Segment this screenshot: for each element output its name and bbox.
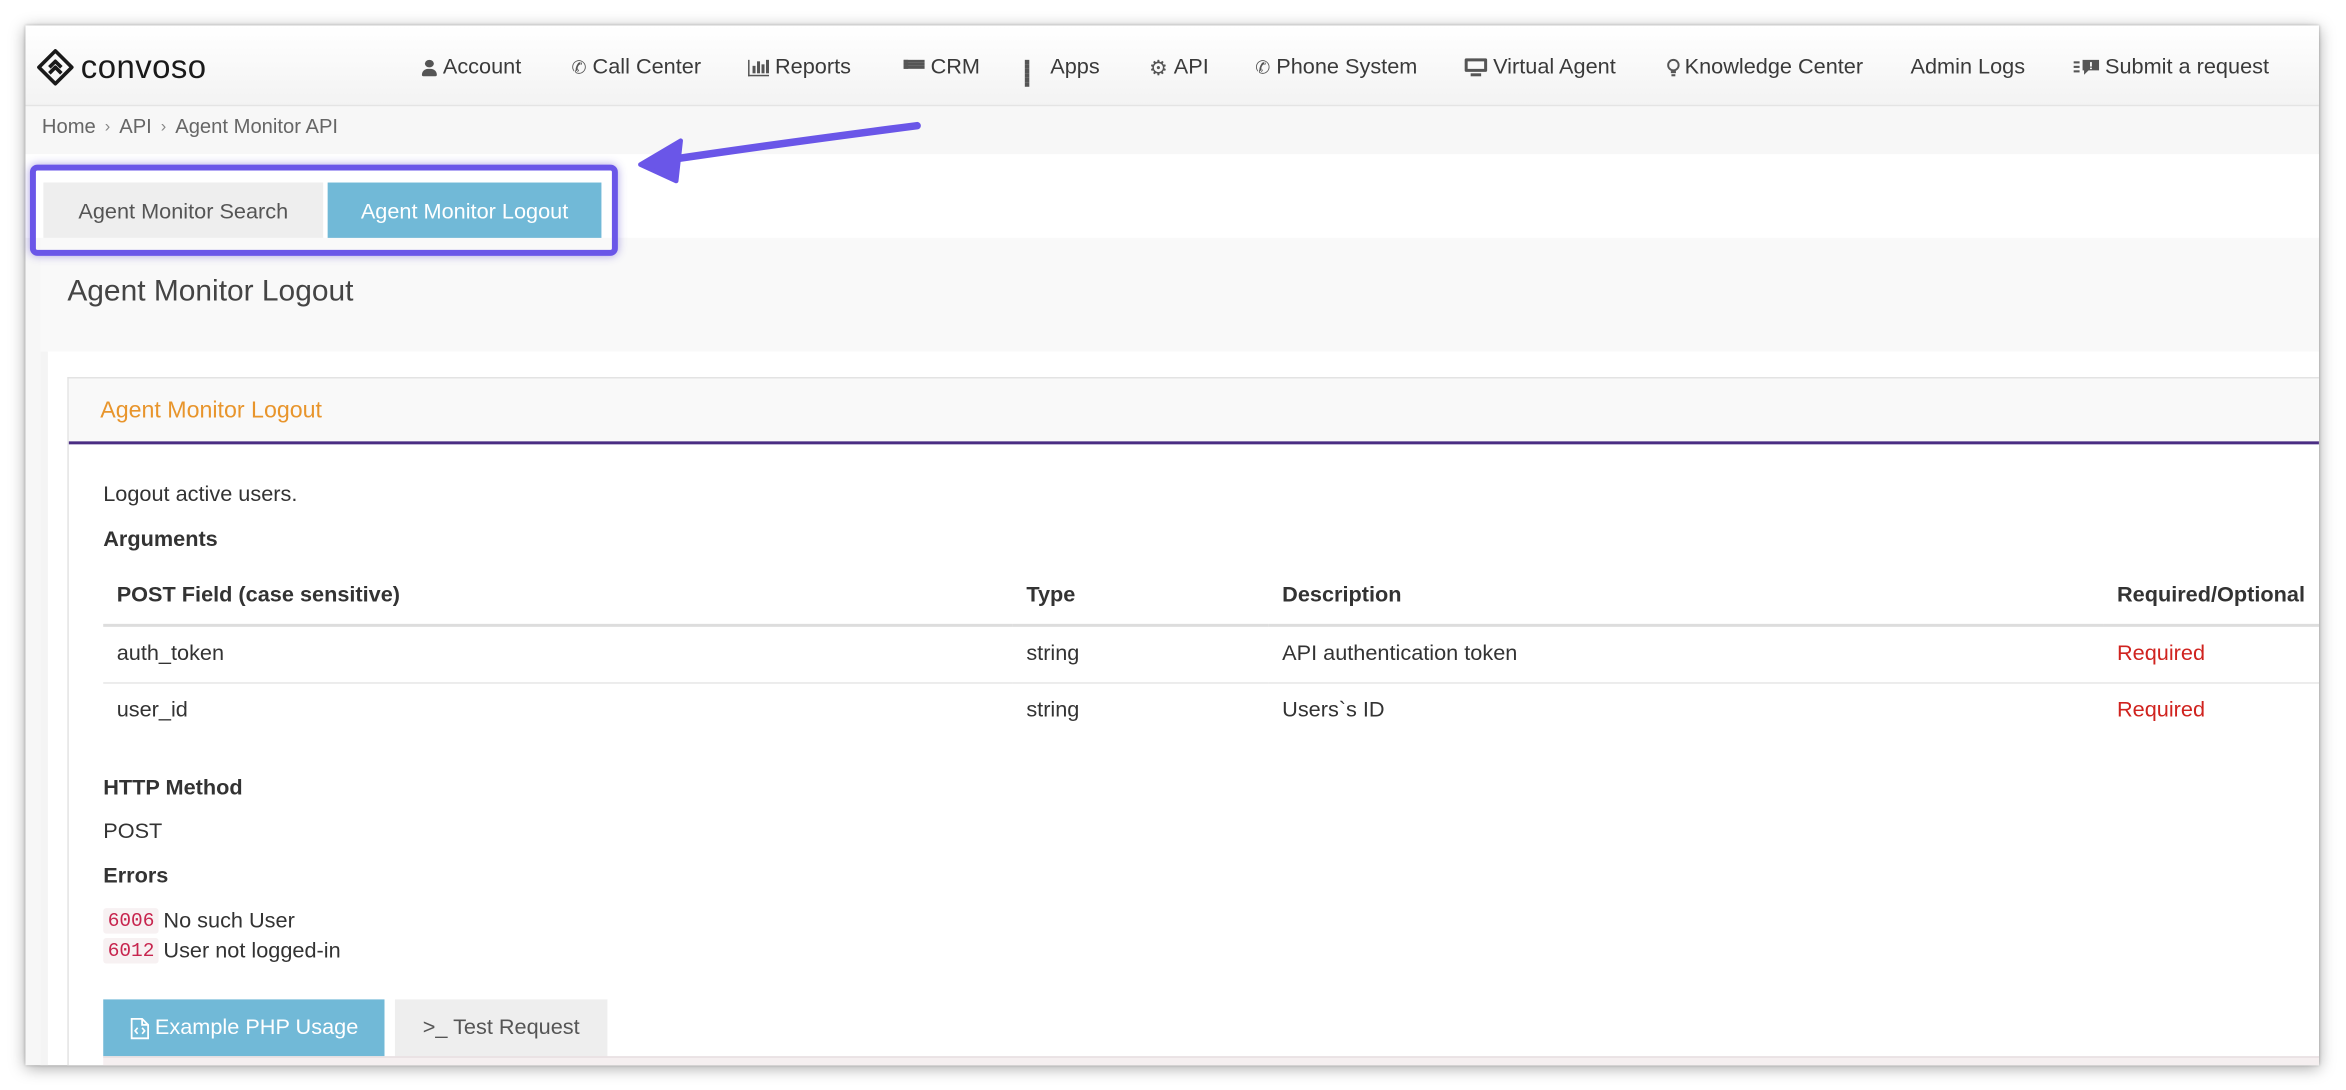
nav-label: Apps	[1050, 55, 1100, 80]
nav-admin-logs[interactable]: Admin Logs	[1911, 52, 2026, 82]
brand-name: convoso	[80, 47, 207, 86]
comment-icon	[2073, 59, 2100, 75]
nav-label: Admin Logs	[1910, 55, 2026, 80]
chevron-right-icon: ›	[160, 117, 167, 136]
button-label: Example PHP Usage	[154, 1015, 359, 1040]
column-header-required: Required/Optional	[2103, 567, 2319, 627]
code-preview-strip	[103, 1056, 2319, 1066]
phone-icon: ✆	[571, 56, 587, 78]
panel-header: Agent Monitor Logout	[68, 378, 2319, 445]
list-icon	[903, 59, 925, 75]
top-navbar: convoso Account ✆ Call Center Reports CR…	[25, 25, 2319, 107]
gear-icon: ⚙	[1149, 55, 1168, 80]
brand-logo[interactable]: convoso	[36, 48, 207, 87]
field-description-cell: API authentication token	[1268, 625, 2104, 683]
app-window: convoso Account ✆ Call Center Reports CR…	[25, 25, 2319, 1066]
nav-api[interactable]: ⚙ API	[1149, 52, 1209, 82]
grid-icon	[1024, 59, 1044, 87]
example-php-usage-button[interactable]: Example PHP Usage	[103, 999, 385, 1057]
lightbulb-icon	[1667, 58, 1680, 76]
http-method-heading: HTTP Method	[103, 776, 243, 801]
monitor-icon	[1464, 58, 1488, 77]
nav-account[interactable]: Account	[421, 52, 522, 82]
panel-title: Agent Monitor Logout	[100, 397, 322, 424]
breadcrumb-api[interactable]: API	[119, 115, 152, 137]
field-type-cell: string	[1026, 699, 1080, 723]
nav-label: Virtual Agent	[1493, 55, 1616, 80]
field-description-cell: Users`s ID	[1282, 699, 1385, 723]
nav-phone-system[interactable]: ✆ Phone System	[1255, 52, 1417, 82]
endpoint-description: Logout active users.	[103, 483, 298, 508]
errors-heading: Errors	[103, 864, 169, 889]
bar-chart-icon	[748, 59, 769, 76]
breadcrumb-current: Agent Monitor API	[175, 115, 339, 138]
http-method-value: POST	[103, 819, 163, 844]
page-title: Agent Monitor Logout	[67, 275, 354, 309]
arguments-table: POST Field (case sensitive) Type Descrip…	[103, 567, 2319, 739]
field-name-cell: auth_token	[103, 625, 1013, 683]
phone-icon: ✆	[1255, 56, 1271, 78]
column-header-field: POST Field (case sensitive)	[103, 567, 1013, 627]
table-row: user_id string Users`s ID Required	[103, 682, 2319, 739]
nav-call-center[interactable]: ✆ Call Center	[572, 52, 702, 82]
error-item: 6006 No such User	[103, 908, 295, 934]
api-panel: Agent Monitor Logout Logout active users…	[67, 377, 2319, 1066]
nav-label: Submit a request	[2105, 55, 2270, 80]
file-code-icon	[130, 1017, 149, 1039]
tab-agent-monitor-search[interactable]: Agent Monitor Search	[43, 182, 324, 241]
nav-apps[interactable]: Apps	[1024, 52, 1100, 87]
tab-agent-monitor-logout[interactable]: Agent Monitor Logout	[327, 182, 602, 241]
nav-knowledge-center[interactable]: Knowledge Center	[1667, 52, 1863, 82]
nav-label: Phone System	[1276, 55, 1418, 80]
field-required-cell: Required	[2116, 699, 2206, 723]
nav-label: Account	[442, 55, 522, 80]
nav-label: API	[1173, 55, 1209, 80]
breadcrumb-home[interactable]: Home	[42, 115, 96, 137]
nav-reports[interactable]: Reports	[748, 52, 851, 82]
column-header-type: Type	[1012, 567, 1269, 627]
table-header-row: POST Field (case sensitive) Type Descrip…	[103, 567, 2319, 627]
chevron-right-icon: ›	[104, 117, 111, 136]
error-code: 6006	[103, 908, 159, 934]
error-message: User not logged-in	[163, 938, 341, 963]
error-message: No such User	[163, 908, 295, 933]
user-icon	[421, 59, 437, 76]
field-type-cell: string	[1012, 625, 1269, 683]
nav-virtual-agent[interactable]: Virtual Agent	[1464, 52, 1616, 82]
table-row: auth_token string API authentication tok…	[103, 625, 2319, 683]
field-name-cell: user_id	[116, 699, 188, 723]
test-request-button[interactable]: >_ Test Request	[394, 999, 608, 1057]
convoso-logo-icon	[37, 49, 74, 86]
nav-submit-request[interactable]: Submit a request	[2073, 52, 2270, 82]
nav-crm[interactable]: CRM	[903, 52, 980, 82]
breadcrumb: Home › API › Agent Monitor API	[42, 115, 338, 137]
column-header-description: Description	[1268, 567, 2104, 627]
arguments-heading: Arguments	[103, 528, 218, 553]
error-code: 6012	[103, 938, 159, 964]
field-required-cell: Required	[2103, 625, 2319, 683]
nav-label: CRM	[930, 55, 980, 80]
error-item: 6012 User not logged-in	[103, 938, 341, 964]
nav-label: Reports	[774, 55, 851, 80]
nav-label: Knowledge Center	[1684, 55, 1864, 80]
nav-label: Call Center	[592, 55, 702, 80]
page-header: Agent Monitor Logout	[40, 237, 2319, 352]
